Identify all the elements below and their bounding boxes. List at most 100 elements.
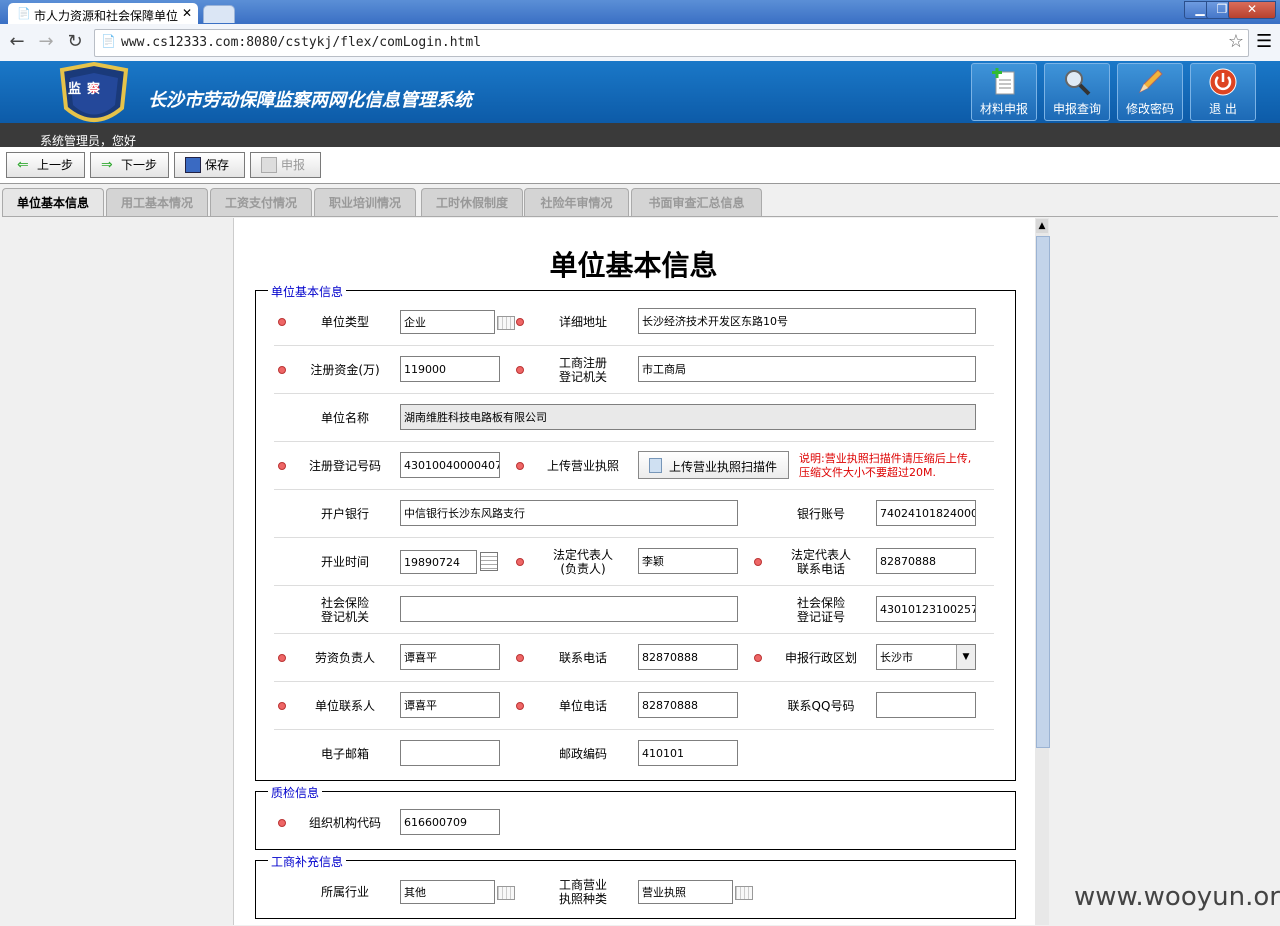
material-submit-button[interactable]: 材料申报 — [971, 63, 1037, 121]
watermark: www.wooyun.org — [1074, 882, 1280, 912]
back-icon[interactable]: ← — [5, 31, 29, 53]
legal-phone-label: 法定代表人 联系电话 — [790, 548, 851, 576]
required-marker — [278, 462, 286, 470]
license-upload-label: 上传营业执照 — [546, 459, 619, 473]
forward-icon[interactable]: → — [34, 31, 58, 53]
prev-step-button[interactable]: ⇐ 上一步 — [6, 152, 85, 178]
unit-type-label: 单位类型 — [320, 315, 369, 329]
calendar-icon[interactable] — [480, 552, 498, 571]
picker-icon[interactable] — [497, 886, 515, 900]
next-step-button[interactable]: ⇒ 下一步 — [90, 152, 169, 178]
logo-text: 监察 — [68, 82, 107, 97]
bank-account-field[interactable]: 7402410182400000 — [876, 500, 976, 526]
next-step-label: 下一步 — [121, 158, 158, 172]
header-button-label: 退 出 — [1209, 102, 1237, 116]
scroll-up-icon[interactable]: ▲ — [1036, 219, 1048, 233]
chevron-down-icon[interactable]: ▼ — [956, 645, 975, 669]
save-button[interactable]: 保存 — [174, 152, 245, 178]
contact-person-label: 单位联系人 — [314, 699, 375, 713]
legal-phone-field[interactable]: 82870888 — [876, 548, 976, 574]
district-value: 长沙市 — [880, 651, 913, 664]
tab-social-insurance[interactable]: 社险年审情况 — [524, 188, 629, 217]
header-button-label: 申报查询 — [1052, 102, 1101, 116]
contact-person-field[interactable]: 谭喜平 — [400, 692, 500, 718]
si-no-field[interactable]: 430101231002573 — [876, 596, 976, 622]
fieldset-legend: 工商补充信息 — [268, 853, 347, 870]
tab-work-hours[interactable]: 工时休假制度 — [421, 188, 523, 217]
si-org-label: 社会保险 登记机关 — [320, 596, 369, 624]
reg-org-field[interactable]: 市工商局 — [638, 356, 976, 382]
required-marker — [278, 318, 286, 326]
document-add-icon — [992, 68, 1015, 95]
new-tab-button[interactable] — [203, 5, 235, 23]
header-button-label: 修改密码 — [1125, 102, 1174, 116]
unit-name-field[interactable]: 湖南维胜科技电路板有限公司 — [400, 404, 976, 430]
labor-manager-field[interactable]: 谭喜平 — [400, 644, 500, 670]
open-date-label: 开业时间 — [320, 555, 369, 569]
unit-type-field[interactable]: 企业 — [400, 310, 495, 334]
page-icon: 📄 — [17, 7, 31, 20]
upload-license-button[interactable]: 上传营业执照扫描件 — [638, 451, 789, 479]
menu-icon[interactable]: ☰ — [1256, 31, 1272, 52]
required-marker — [754, 558, 762, 566]
district-label: 申报行政区划 — [784, 651, 857, 665]
license-type-field[interactable]: 营业执照 — [638, 880, 733, 904]
row-divider — [274, 729, 994, 730]
fieldset-legend: 单位基本信息 — [268, 283, 347, 300]
pencil-icon — [1138, 69, 1163, 94]
tab-employment[interactable]: 用工基本情况 — [106, 188, 208, 217]
email-field[interactable] — [400, 740, 500, 766]
tab-training[interactable]: 职业培训情况 — [314, 188, 416, 217]
row-divider — [274, 633, 994, 634]
zip-field[interactable]: 410101 — [638, 740, 738, 766]
search-icon — [1065, 70, 1091, 96]
bank-field[interactable]: 中信银行长沙东风路支行 — [400, 500, 738, 526]
legal-rep-field[interactable]: 李颖 — [638, 548, 738, 574]
browser-tab[interactable]: 📄 市人力资源和社会保障单位 ✕ — [8, 3, 198, 24]
picker-icon[interactable] — [735, 886, 753, 900]
reg-no-field[interactable]: 430100400004077 — [400, 452, 500, 478]
tab-wage-payment[interactable]: 工资支付情况 — [210, 188, 312, 217]
si-no-label: 社会保险 登记证号 — [796, 596, 845, 624]
unit-phone-label: 单位电话 — [558, 699, 607, 713]
page-icon: 📄 — [101, 34, 116, 48]
scrollbar-thumb[interactable] — [1036, 236, 1050, 748]
logout-button[interactable]: 退 出 — [1190, 63, 1256, 121]
tab-summary[interactable]: 书面审查汇总信息 — [631, 188, 762, 217]
qq-field[interactable] — [876, 692, 976, 718]
legal-rep-label: 法定代表人 (负责人) — [552, 548, 613, 576]
address-label: 详细地址 — [558, 315, 607, 329]
reload-icon[interactable]: ↻ — [63, 31, 87, 53]
address-bar[interactable]: 📄 www.cs12333.com:8080/cstykj/flex/comLo… — [94, 29, 1249, 57]
tab-close-icon[interactable]: ✕ — [182, 6, 192, 20]
open-date-field[interactable]: 19890724 — [400, 550, 477, 574]
row-divider — [274, 681, 994, 682]
row-divider — [274, 441, 994, 442]
qq-label: 联系QQ号码 — [787, 699, 855, 713]
required-marker — [278, 366, 286, 374]
reg-no-label: 注册登记号码 — [308, 459, 381, 473]
change-password-button[interactable]: 修改密码 — [1117, 63, 1183, 121]
bookmark-star-icon[interactable]: ☆ — [1228, 31, 1244, 52]
row-divider — [274, 537, 994, 538]
district-select[interactable]: 长沙市 ▼ — [876, 644, 976, 670]
close-window-button[interactable]: ✕ — [1228, 1, 1276, 19]
contact-phone-field[interactable]: 82870888 — [638, 644, 738, 670]
capital-field[interactable]: 119000 — [400, 356, 500, 382]
reg-org-label: 工商注册 登记机关 — [558, 356, 607, 384]
capital-label: 注册资金(万) — [310, 363, 380, 377]
row-divider — [274, 393, 994, 394]
submit-button[interactable]: 申报 — [250, 152, 321, 178]
tab-unit-basic-info[interactable]: 单位基本信息 — [2, 188, 104, 217]
org-code-field[interactable]: 616600709 — [400, 809, 500, 835]
address-field[interactable]: 长沙经济技术开发区东路10号 — [638, 308, 976, 334]
industry-label: 所属行业 — [320, 885, 369, 899]
save-label: 保存 — [205, 158, 230, 172]
unit-phone-field[interactable]: 82870888 — [638, 692, 738, 718]
fieldset-legend: 质检信息 — [268, 784, 323, 801]
query-button[interactable]: 申报查询 — [1044, 63, 1110, 121]
submit-label: 申报 — [281, 158, 306, 172]
si-org-field[interactable] — [400, 596, 738, 622]
picker-icon[interactable] — [497, 316, 515, 330]
industry-field[interactable]: 其他 — [400, 880, 495, 904]
